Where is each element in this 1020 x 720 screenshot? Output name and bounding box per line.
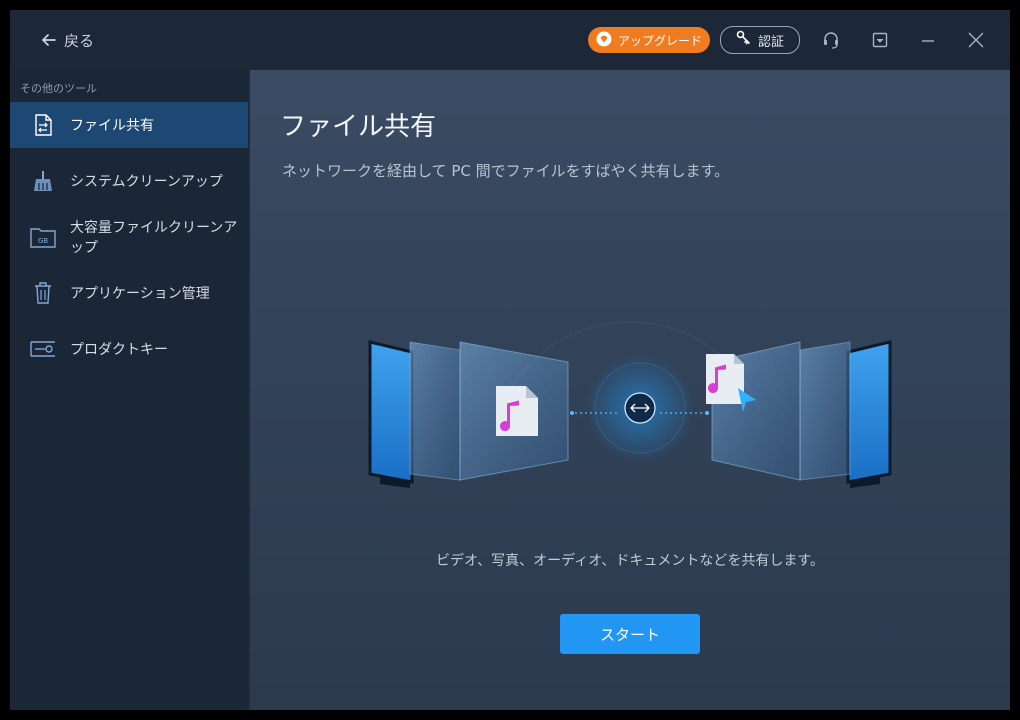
back-button[interactable]: 戻る bbox=[40, 28, 94, 52]
download-menu-icon[interactable] bbox=[868, 28, 892, 52]
caption-text: ビデオ、写真、オーディオ、ドキュメントなどを共有します。 bbox=[436, 553, 824, 569]
support-headset-icon[interactable] bbox=[819, 28, 843, 52]
sidebar-item-label: 大容量ファイルクリーンアップ bbox=[70, 220, 238, 256]
upgrade-label: アップグレード bbox=[617, 33, 702, 48]
app-window: 戻る アップグレード 認証 その他のツール ファイル共有 システムクリーンアップ… bbox=[10, 10, 1010, 710]
large-file-folder-icon: GB bbox=[30, 224, 56, 250]
sidebar-item-label: プロダクトキー bbox=[70, 342, 168, 358]
sidebar-item-product-key[interactable]: プロダクトキー bbox=[10, 326, 248, 372]
trash-icon bbox=[30, 280, 56, 306]
back-label: 戻る bbox=[64, 31, 95, 50]
start-button[interactable]: スタート bbox=[560, 614, 700, 654]
arrow-left-icon bbox=[40, 31, 58, 49]
sidebar: その他のツール ファイル共有 システムクリーンアップ GB 大容量ファイルクリー… bbox=[10, 70, 248, 710]
auth-button[interactable]: 認証 bbox=[720, 26, 800, 54]
minimize-icon[interactable] bbox=[916, 28, 940, 52]
file-transfer-illustration bbox=[368, 321, 892, 488]
music-file-icon bbox=[496, 386, 538, 436]
sidebar-item-system-cleanup[interactable]: システムクリーンアップ bbox=[10, 158, 248, 204]
broom-icon bbox=[30, 168, 56, 194]
file-share-icon bbox=[30, 112, 56, 138]
sidebar-title: その他のツール bbox=[20, 82, 97, 95]
close-icon[interactable] bbox=[964, 28, 988, 52]
sidebar-item-app-management[interactable]: アプリケーション管理 bbox=[10, 270, 248, 316]
title-bar: 戻る アップグレード 認証 bbox=[10, 10, 1010, 70]
page-title: ファイル共有 bbox=[280, 112, 437, 142]
auth-label: 認証 bbox=[757, 34, 784, 50]
key-icon bbox=[736, 30, 752, 50]
music-file-icon bbox=[706, 354, 744, 404]
key-card-icon bbox=[30, 336, 56, 362]
sidebar-item-label: ファイル共有 bbox=[70, 118, 154, 134]
page-subtitle: ネットワークを経由して PC 間でファイルをすばやく共有します。 bbox=[282, 162, 730, 180]
sidebar-item-file-share[interactable]: ファイル共有 bbox=[10, 102, 248, 148]
gb-label: GB bbox=[38, 237, 48, 245]
upgrade-button[interactable]: アップグレード bbox=[588, 27, 710, 53]
main-panel: ファイル共有 ネットワークを経由して PC 間でファイルをすばやく共有します。 bbox=[250, 70, 1010, 710]
sidebar-item-large-file-cleanup[interactable]: GB 大容量ファイルクリーンアップ bbox=[10, 214, 248, 260]
left-computer bbox=[368, 340, 569, 488]
sidebar-item-label: システムクリーンアップ bbox=[70, 174, 223, 190]
sidebar-item-label: アプリケーション管理 bbox=[70, 286, 210, 302]
diamond-icon bbox=[596, 31, 612, 50]
